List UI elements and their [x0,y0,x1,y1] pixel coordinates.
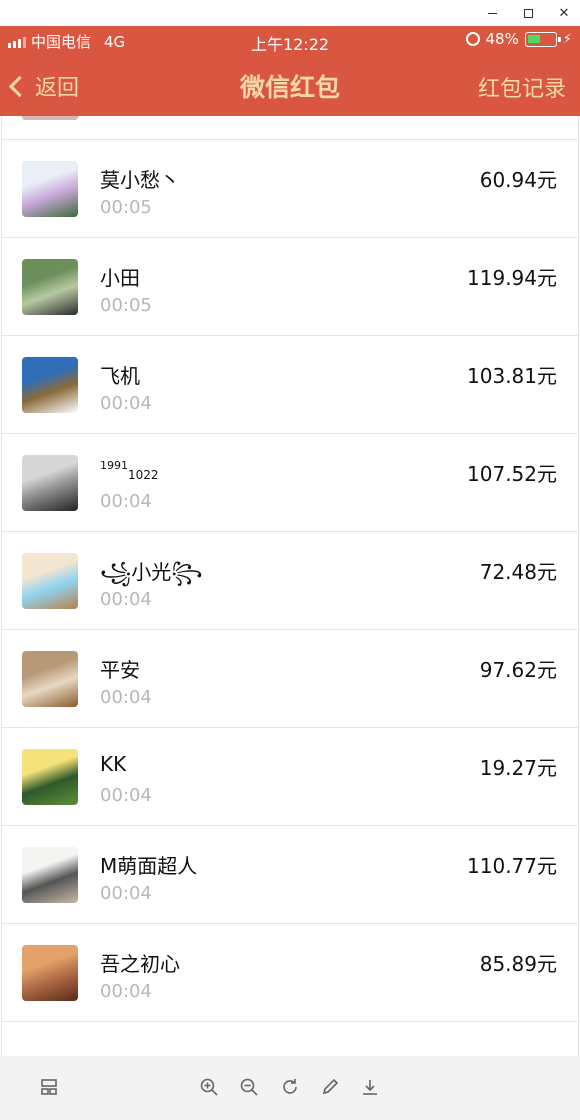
sender-name: 小田 [100,266,140,290]
anime-boy-avatar[interactable] [22,553,78,609]
sender-name: 平安 [100,658,140,682]
list-item-partial [2,116,578,140]
maximize-icon [523,8,533,18]
layout-icon [41,1079,57,1095]
list-item[interactable]: ꧁小光꧂ 00:04 72.48元 [2,532,578,630]
list-item[interactable]: KK 00:04 19.27元 [2,728,578,826]
window-title-bar: ✕ [0,0,580,26]
person-outdoor-avatar[interactable] [22,259,78,315]
sender-name: M萌面超人 [100,854,198,878]
received-time: 00:04 [100,883,152,904]
minimize-button[interactable] [474,0,510,26]
received-time: 00:05 [100,197,152,218]
sender-name: 莫小愁丶 [100,168,180,192]
nav-bar: 返回 微信红包 红包记录 [0,56,580,116]
layout-button[interactable] [38,1076,60,1098]
edit-icon [322,1078,339,1095]
amount: 119.94元 [467,266,557,290]
received-time: 00:04 [100,589,152,610]
amount: 107.52元 [467,462,557,486]
list-item[interactable]: 莫小愁丶 00:05 60.94元 [2,140,578,238]
received-time: 00:04 [100,981,152,1002]
sender-name-sup: 1991 [100,459,128,472]
maximize-button[interactable] [510,0,546,26]
rotate-icon [283,1079,297,1094]
list-item[interactable]: M萌面超人 00:04 110.77元 [2,826,578,924]
partial-avatar [22,116,78,120]
list-item[interactable]: 平安 00:04 97.62元 [2,630,578,728]
sender-name: KK [100,752,127,776]
status-bar: 中国电信 4G 上午12:22 48% ⚡ [0,26,580,56]
amount: 72.48元 [479,560,557,584]
cartoon-boy-avatar[interactable] [22,847,78,903]
anime-warrior-avatar[interactable] [22,161,78,217]
received-time: 00:04 [100,785,152,806]
amount: 60.94元 [479,168,557,192]
zoom-in-icon [200,1078,218,1096]
sunrise-hills-avatar[interactable] [22,749,78,805]
sky-landscape-avatar[interactable] [22,357,78,413]
amount: 103.81元 [467,364,557,388]
list-item[interactable]: 吾之初心 00:04 85.89元 [2,924,578,1022]
close-button[interactable]: ✕ [546,0,580,26]
battery-icon [524,31,561,47]
red-packet-list[interactable]: 莫小愁丶 00:05 60.94元小田 00:05 119.94元飞机 00:04 103.… [1,116,579,1056]
sender-name: 19911022 [100,458,159,482]
received-time: 00:04 [100,491,152,512]
download-icon [363,1080,377,1095]
charging-icon: ⚡ [562,31,572,47]
amount: 85.89元 [479,952,557,976]
person-backpack-avatar[interactable] [22,455,78,511]
sender-name-sub: 1022 [128,468,159,482]
received-time: 00:04 [100,393,152,414]
amount: 19.27元 [479,756,557,780]
window: ✕ 中国电信 4G 上午12:22 48% ⚡ 返回 微信红包 红包记录 莫小愁… [0,0,580,1120]
sender-name: 飞机 [100,364,140,388]
battery-fill [527,34,540,43]
list-item[interactable]: 小田 00:05 119.94元 [2,238,578,336]
portrait-avatar[interactable] [22,945,78,1001]
amount: 110.77元 [467,854,557,878]
zoom-out-button[interactable] [238,1076,260,1098]
status-right: 48% ⚡ [465,30,572,48]
minimize-icon [487,12,497,14]
viewer-toolbar [0,1056,580,1120]
sender-name: 吾之初心 [100,952,180,976]
cat-avatar[interactable] [22,651,78,707]
received-time: 00:05 [100,295,152,316]
rotation-lock-icon [465,32,480,46]
battery-percent: 48% [485,30,519,48]
received-time: 00:04 [100,687,152,708]
edit-button[interactable] [319,1076,341,1098]
list-item[interactable]: 飞机 00:04 103.81元 [2,336,578,434]
amount: 97.62元 [479,658,557,682]
close-icon: ✕ [558,5,570,21]
zoom-out-icon [240,1078,258,1096]
rotate-button[interactable] [279,1076,301,1098]
zoom-in-button[interactable] [198,1076,220,1098]
download-button[interactable] [359,1076,381,1098]
list-item[interactable]: 19911022 00:04 107.52元 [2,434,578,532]
red-packet-record-button[interactable]: 红包记录 [478,71,566,103]
